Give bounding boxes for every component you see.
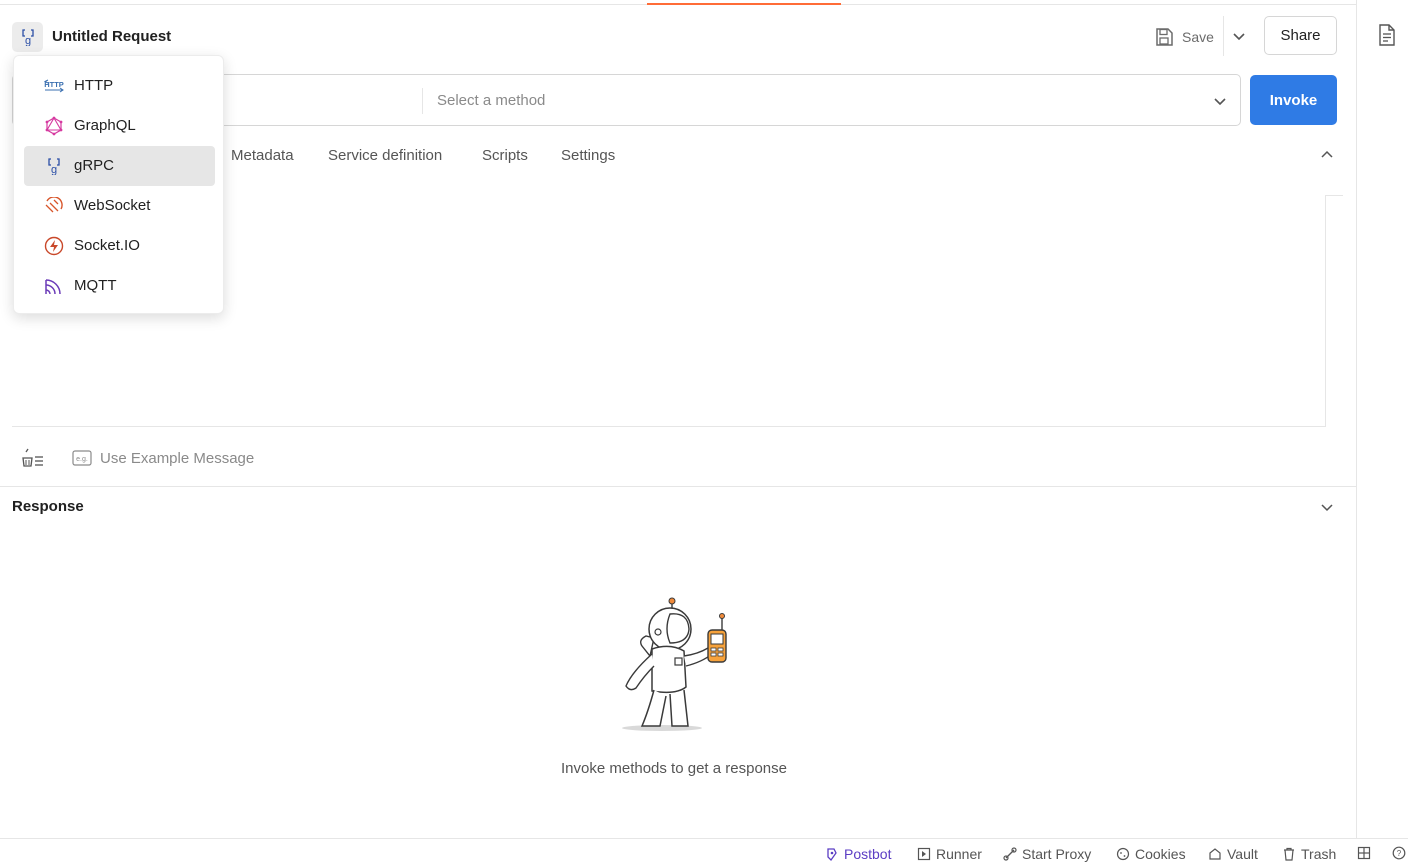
url-separator [422, 88, 423, 114]
request-title[interactable]: Untitled Request [52, 28, 171, 45]
cookie-icon [1116, 847, 1130, 861]
menu-item-label: GraphQL [74, 117, 136, 134]
chevron-down-icon[interactable] [1229, 26, 1249, 46]
vault-icon [1209, 848, 1221, 860]
menu-item-label: gRPC [74, 157, 115, 174]
request-type-button[interactable]: g [12, 22, 43, 52]
menu-item-http[interactable]: HTTP HTTP [24, 66, 215, 106]
response-title: Response [12, 498, 84, 515]
save-divider [1223, 16, 1224, 56]
postbot-icon [827, 848, 837, 861]
runner-icon [917, 847, 931, 861]
socketio-icon [43, 236, 65, 256]
menu-item-label: WebSocket [74, 197, 151, 214]
method-select[interactable]: Select a method [437, 92, 545, 109]
editor-toolbar: e.g. Use Example Message [12, 440, 612, 476]
cookies-label: Cookies [1135, 846, 1186, 862]
help-button[interactable]: ? [1392, 846, 1406, 860]
grpc-icon: g [21, 29, 34, 46]
chevron-down-icon[interactable] [1210, 91, 1230, 111]
astronaut-illustration [622, 597, 727, 731]
save-label: Save [1182, 29, 1214, 45]
menu-item-label: MQTT [74, 277, 117, 294]
menu-item-grpc[interactable]: g gRPC [24, 146, 215, 186]
chevron-down-icon[interactable] [1318, 498, 1336, 516]
svg-text:g: g [51, 164, 57, 175]
invoke-button[interactable]: Invoke [1250, 75, 1337, 125]
start-proxy-button[interactable]: Start Proxy [1003, 846, 1091, 862]
pane-divider[interactable] [0, 486, 1356, 487]
svg-text:?: ? [1397, 849, 1402, 858]
grpc-icon: g [43, 156, 65, 176]
save-icon [1156, 28, 1173, 46]
menu-item-label: Socket.IO [74, 237, 140, 254]
svg-text:g: g [24, 35, 30, 46]
status-bar: Postbot Runner Start Proxy Cookies Vault [0, 838, 1408, 868]
runner-button[interactable]: Runner [917, 846, 982, 862]
menu-item-websocket[interactable]: WebSocket [24, 186, 215, 226]
postbot-button[interactable]: Postbot [825, 846, 891, 862]
trash-icon [1284, 847, 1294, 861]
two-pane-icon [1357, 846, 1371, 860]
tab-service-definition[interactable]: Service definition [328, 147, 442, 164]
help-icon: ? [1392, 846, 1406, 860]
tab-settings[interactable]: Settings [561, 147, 615, 164]
request-type-menu: HTTP HTTP GraphQL g gRPC WebSocket Socke… [13, 55, 224, 314]
start-proxy-label: Start Proxy [1022, 846, 1092, 862]
http-icon: HTTP [43, 76, 65, 96]
vault-label: Vault [1227, 846, 1258, 862]
example-icon: e.g. [72, 450, 92, 466]
runner-label: Runner [936, 846, 982, 862]
menu-item-label: HTTP [74, 77, 114, 94]
tab-metadata[interactable]: Metadata [231, 147, 294, 164]
trash-label: Trash [1301, 846, 1337, 862]
empty-response-text: Invoke methods to get a response [561, 760, 787, 777]
chevron-up-icon[interactable] [1318, 146, 1336, 164]
svg-text:HTTP: HTTP [44, 80, 64, 89]
tab-scripts[interactable]: Scripts [482, 147, 528, 164]
example-badge: e.g. [76, 456, 88, 463]
postbot-label: Postbot [844, 846, 892, 862]
request-header: g Untitled Request Save Share [0, 6, 1356, 62]
use-example-message-button[interactable]: e.g. Use Example Message [72, 446, 254, 470]
editor-scrollbar-edge [1325, 195, 1343, 196]
beautify-icon[interactable] [22, 448, 44, 468]
vault-button[interactable]: Vault [1208, 846, 1258, 862]
menu-item-mqtt[interactable]: MQTT [24, 266, 215, 306]
menu-item-graphql[interactable]: GraphQL [24, 106, 215, 146]
websocket-icon [43, 196, 65, 216]
proxy-icon [1003, 847, 1017, 861]
cookies-button[interactable]: Cookies [1116, 846, 1186, 862]
menu-item-socketio[interactable]: Socket.IO [24, 226, 215, 266]
use-example-message-label: Use Example Message [100, 449, 255, 467]
right-sidebar [1356, 0, 1408, 838]
active-tab-indicator [647, 3, 841, 5]
layout-toggle-button[interactable] [1357, 846, 1371, 860]
save-button[interactable]: Save [1150, 22, 1218, 52]
share-button[interactable]: Share [1264, 16, 1337, 55]
trash-button[interactable]: Trash [1282, 846, 1336, 862]
graphql-icon [43, 116, 65, 136]
mqtt-icon [43, 276, 65, 296]
documentation-icon[interactable] [1378, 24, 1396, 46]
